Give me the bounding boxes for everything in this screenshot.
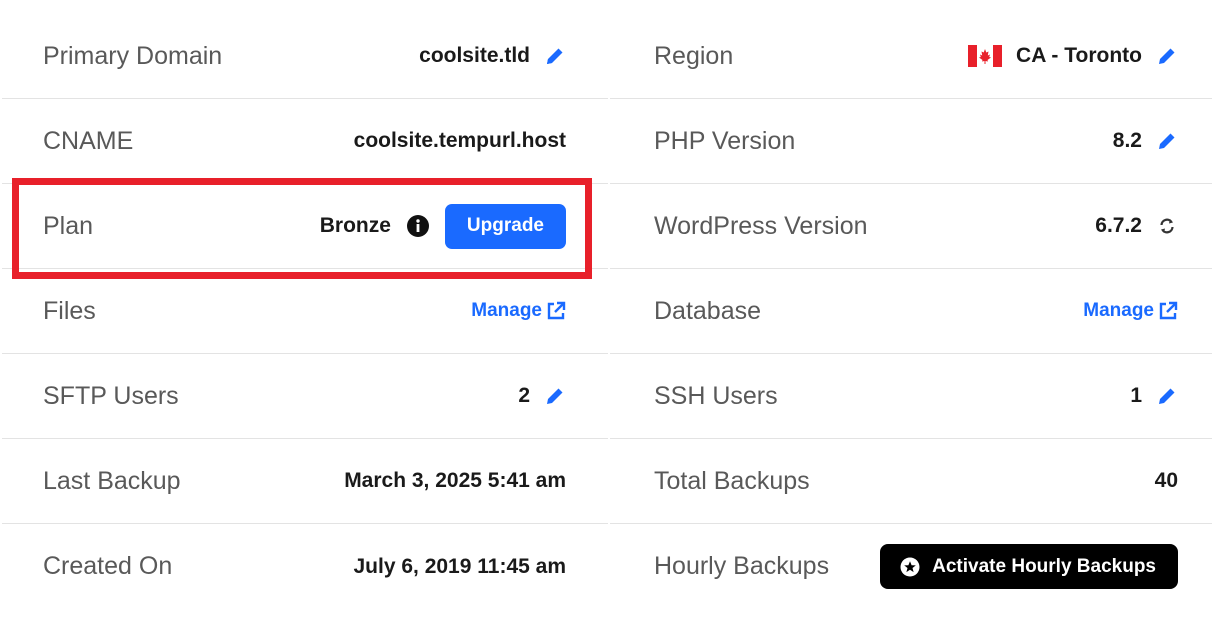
edit-primary-domain-pencil-icon[interactable] (544, 45, 566, 67)
database-manage-label: Manage (1083, 300, 1154, 321)
plan-label: Plan (43, 211, 94, 240)
primary-domain-value: coolsite.tld (419, 44, 530, 67)
refresh-wordpress-version-refresh-icon[interactable] (1156, 215, 1178, 237)
database-manage-link[interactable]: Manage (1083, 300, 1178, 322)
external-link-icon (547, 301, 566, 320)
total-backups-label: Total Backups (654, 466, 810, 495)
region-value: CA - Toronto (1016, 44, 1142, 67)
php-version-value: 8.2 (1112, 129, 1142, 152)
sftp-users-value: 2 (518, 384, 530, 407)
row-last-backup: Last Backup March 3, 2025 5:41 am (2, 439, 608, 524)
php-version-label: PHP Version (654, 126, 796, 155)
row-wordpress-version: WordPress Version 6.7.2 (610, 184, 1212, 269)
plan-info-icon[interactable] (406, 215, 429, 237)
left-column: Primary Domain coolsite.tld CNAME coolsi… (2, 14, 608, 609)
star-icon (900, 557, 920, 576)
wordpress-version-label: WordPress Version (654, 211, 868, 240)
activate-hourly-backups-button[interactable]: Activate Hourly Backups (880, 544, 1178, 589)
row-total-backups: Total Backups 40 (610, 439, 1212, 524)
right-column: Region CA - Toronto PHP Version 8.2 Word… (610, 14, 1212, 609)
files-manage-link[interactable]: Manage (471, 300, 566, 322)
database-label: Database (654, 296, 762, 325)
sftp-users-label: SFTP Users (43, 381, 179, 410)
canada-flag-icon (968, 45, 1003, 67)
files-manage-label: Manage (471, 300, 542, 321)
files-label: Files (43, 296, 96, 325)
cname-label: CNAME (43, 126, 134, 155)
row-hourly-backups: Hourly Backups Activate Hourly Backups (610, 524, 1212, 609)
edit-sftp-users-pencil-icon[interactable] (544, 385, 566, 407)
wordpress-version-value-group: 6.7.2 (1095, 214, 1178, 238)
wordpress-version-value: 6.7.2 (1095, 214, 1142, 237)
row-cname: CNAME coolsite.tempurl.host (2, 99, 608, 184)
activate-hourly-backups-label: Activate Hourly Backups (932, 555, 1156, 577)
upgrade-button[interactable]: Upgrade (444, 203, 566, 249)
cname-value: coolsite.tempurl.host (353, 129, 566, 152)
row-sftp-users: SFTP Users 2 (2, 354, 608, 439)
last-backup-value: March 3, 2025 5:41 am (344, 469, 566, 492)
php-version-value-group: 8.2 (1113, 129, 1178, 153)
primary-domain-value-group: coolsite.tld (419, 44, 566, 68)
hourly-backups-label: Hourly Backups (654, 552, 830, 580)
ssh-users-value-group: 1 (1130, 384, 1178, 408)
ssh-users-value: 1 (1130, 384, 1142, 407)
external-link-icon (1159, 301, 1178, 320)
site-details-panel: Primary Domain coolsite.tld CNAME coolsi… (0, 0, 1220, 644)
row-created-on: Created On July 6, 2019 11:45 am (2, 524, 608, 609)
region-value-group: CA - Toronto (968, 44, 1178, 68)
region-label: Region (654, 41, 734, 70)
sftp-users-value-group: 2 (518, 384, 566, 408)
ssh-users-label: SSH Users (654, 381, 778, 410)
created-on-value: July 6, 2019 11:45 am (353, 554, 567, 578)
row-region: Region CA - Toronto (610, 14, 1212, 99)
row-plan: Plan Bronze Upgrade (2, 184, 608, 269)
created-on-label: Created On (43, 552, 173, 580)
edit-ssh-users-pencil-icon[interactable] (1156, 385, 1178, 407)
edit-region-pencil-icon[interactable] (1156, 45, 1178, 67)
row-database: Database Manage (610, 269, 1212, 354)
plan-value-group: Bronze Upgrade (319, 203, 566, 249)
edit-php-version-pencil-icon[interactable] (1156, 130, 1178, 152)
plan-value: Bronze (319, 214, 391, 237)
row-ssh-users: SSH Users 1 (610, 354, 1212, 439)
row-primary-domain: Primary Domain coolsite.tld (2, 14, 608, 99)
primary-domain-label: Primary Domain (43, 41, 223, 70)
last-backup-label: Last Backup (43, 466, 181, 495)
row-php-version: PHP Version 8.2 (610, 99, 1212, 184)
row-files: Files Manage (2, 269, 608, 354)
total-backups-value: 40 (1154, 469, 1178, 492)
